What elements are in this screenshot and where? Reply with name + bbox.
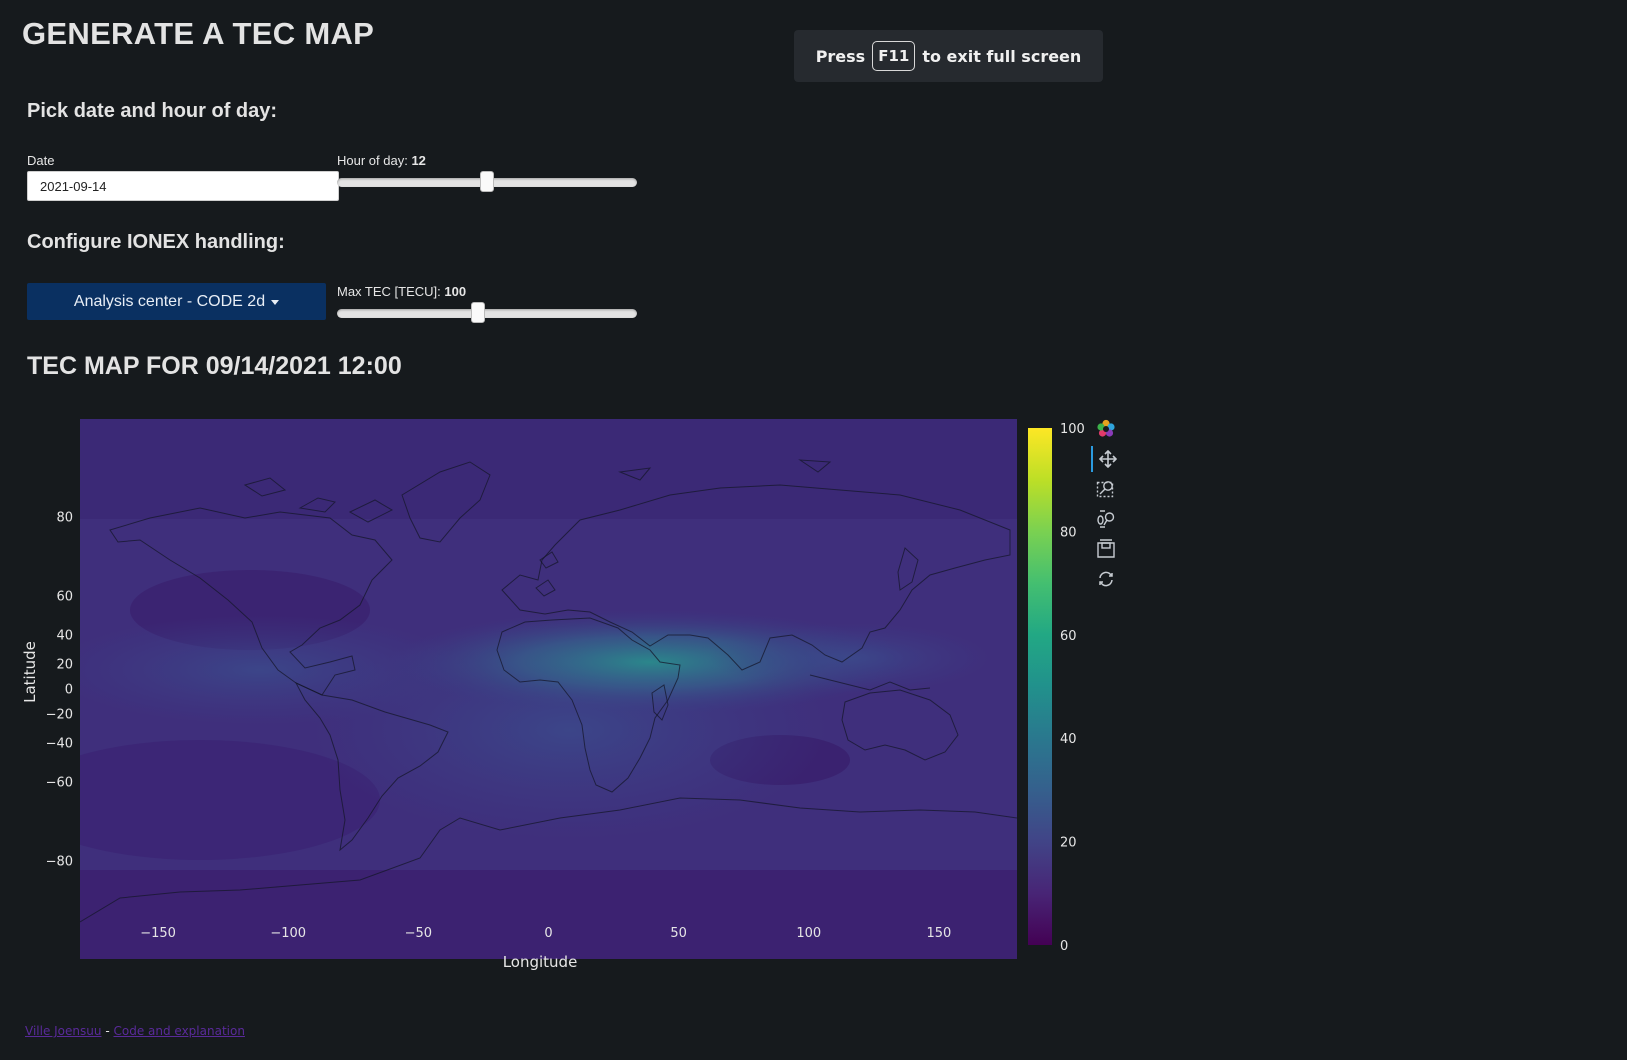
box-zoom-icon[interactable]: [1091, 476, 1121, 502]
save-icon[interactable]: [1091, 536, 1121, 562]
analysis-center-dropdown[interactable]: Analysis center - CODE 2d: [27, 283, 326, 320]
x-tick-label: −100: [270, 926, 306, 941]
colorbar-tick-label: 20: [1060, 836, 1077, 851]
hour-value: 12: [411, 153, 426, 168]
caret-down-icon: [271, 300, 280, 305]
fullscreen-notice: Press F11 to exit full screen: [794, 30, 1103, 82]
y-axis-label: Latitude: [21, 641, 39, 703]
footer-separator: -: [105, 1024, 110, 1038]
y-tick-label: 0: [65, 683, 73, 698]
x-tick-label: 100: [796, 926, 821, 941]
hour-slider-handle[interactable]: [480, 171, 494, 192]
colorbar-tick-label: 60: [1060, 629, 1077, 644]
colorbar: [1028, 428, 1052, 945]
date-section-heading: Pick date and hour of day:: [27, 100, 278, 122]
max-tec-slider[interactable]: [337, 302, 637, 324]
hour-label-text: Hour of day:: [337, 153, 408, 168]
colorbar-ticks: 0 20 40 60 80 100: [1060, 422, 1085, 954]
y-tick-label: 60: [56, 590, 73, 605]
ionex-section-heading: Configure IONEX handling:: [27, 231, 285, 253]
date-input[interactable]: [27, 171, 339, 201]
x-tick-label: −50: [405, 926, 432, 941]
y-axis: 80 60 40 20 0 −20 −40 −60 −80: [46, 511, 73, 870]
pan-icon[interactable]: [1091, 446, 1123, 472]
x-tick-label: 150: [927, 926, 952, 941]
x-axis-label: Longitude: [503, 953, 578, 971]
x-tick-label: 0: [544, 926, 552, 941]
f11-key: F11: [872, 41, 916, 71]
reset-icon[interactable]: [1091, 566, 1121, 592]
footer: Ville Joensuu - Code and explanation: [25, 1024, 245, 1038]
map-title: TEC MAP FOR 09/14/2021 12:00: [27, 352, 402, 380]
hour-slider[interactable]: [337, 171, 637, 193]
max-tec-slider-handle[interactable]: [471, 302, 485, 323]
fullscreen-notice-suffix: to exit full screen: [922, 46, 1082, 66]
max-tec-value: 100: [444, 284, 467, 299]
max-tec-label: Max TEC [TECU]: 100: [337, 284, 466, 299]
colorbar-tick-label: 100: [1060, 422, 1085, 437]
author-link[interactable]: Ville Joensuu: [25, 1024, 101, 1038]
analysis-center-label: Analysis center - CODE 2d: [73, 292, 266, 310]
tec-map-plot[interactable]: 80 60 40 20 0 −20 −40 −60 −80 −150 −100 −50 0 50 100 1…: [0, 400, 1090, 1020]
wheel-zoom-icon[interactable]: [1091, 506, 1121, 532]
y-tick-label: 20: [56, 657, 73, 672]
fullscreen-notice-prefix: Press: [815, 46, 866, 66]
max-tec-slider-track[interactable]: [337, 309, 637, 318]
y-tick-label: −60: [46, 775, 73, 790]
y-tick-label: 40: [56, 629, 73, 644]
max-tec-label-text: Max TEC [TECU]:: [337, 284, 441, 299]
colorbar-tick-label: 40: [1060, 732, 1077, 747]
y-tick-label: 80: [56, 511, 73, 526]
x-tick-label: −150: [140, 926, 176, 941]
colorbar-tick-label: 0: [1060, 939, 1068, 954]
hour-label: Hour of day: 12: [337, 153, 426, 168]
bokeh-logo-icon[interactable]: [1091, 416, 1121, 442]
code-explanation-link[interactable]: Code and explanation: [113, 1024, 244, 1038]
y-tick-label: −80: [46, 854, 73, 869]
colorbar-tick-label: 80: [1060, 525, 1077, 540]
y-tick-label: −20: [46, 708, 73, 723]
date-label: Date: [27, 153, 55, 168]
x-tick-label: 50: [670, 926, 687, 941]
y-tick-label: −40: [46, 736, 73, 751]
app-title: GENERATE A TEC MAP: [22, 16, 375, 51]
